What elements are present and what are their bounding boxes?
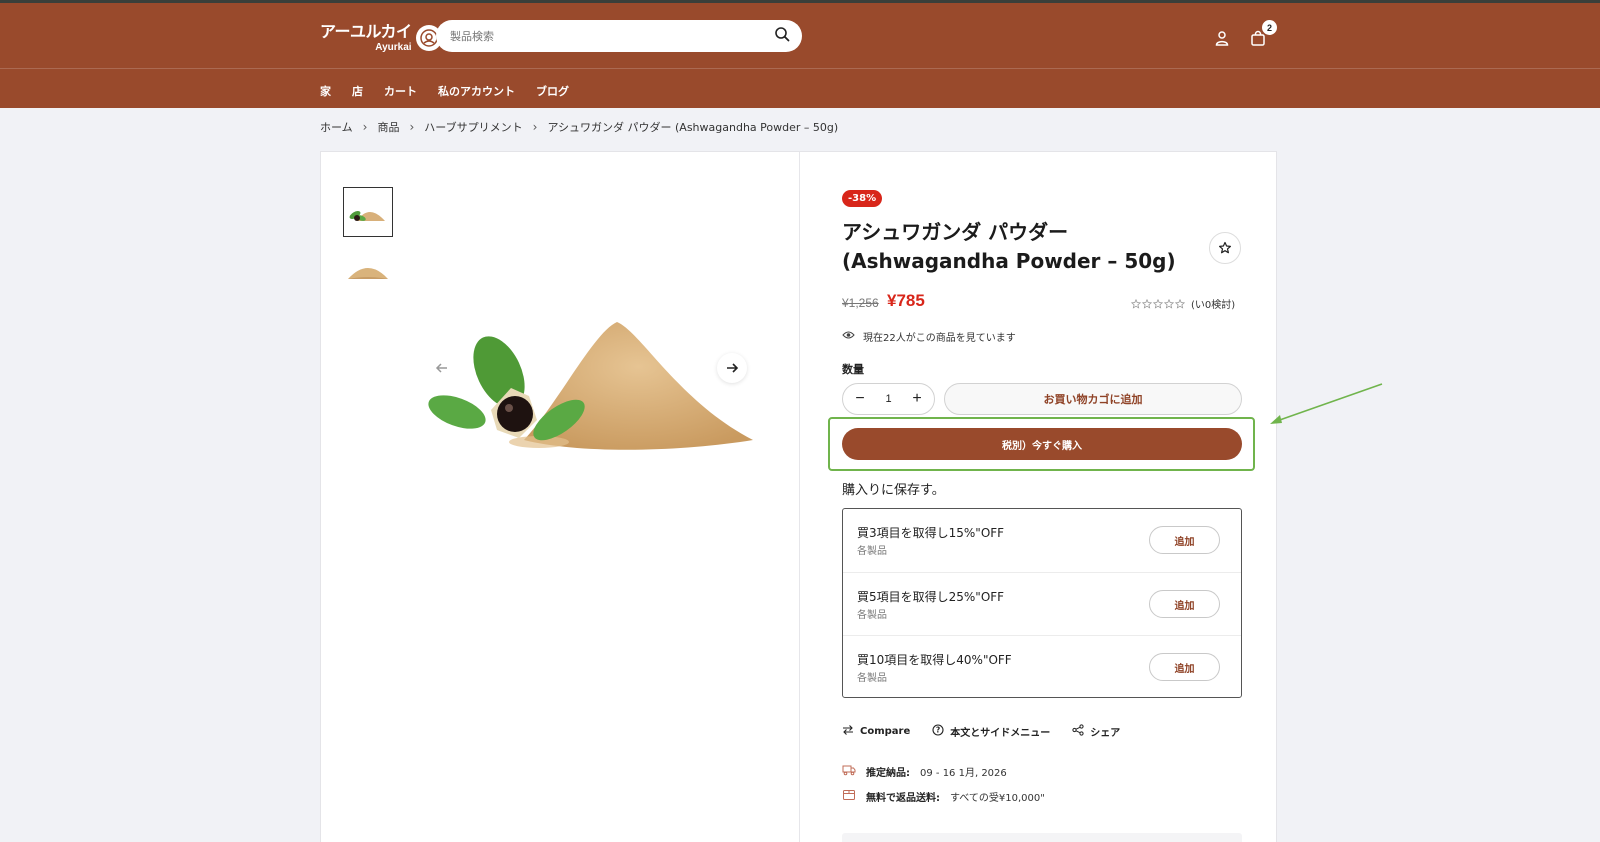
rating[interactable]: (い0検討) [1131, 296, 1235, 311]
account-icon[interactable] [1212, 28, 1232, 48]
search-input[interactable] [450, 29, 774, 43]
package-icon [842, 789, 856, 804]
discount-badge: -38% [842, 190, 883, 207]
share-label: シェア [1090, 728, 1121, 739]
product-title-line2: (Ashwagandha Powder – 50g) [842, 249, 1176, 273]
viewers-text: 現在22人がこの商品を見ています [863, 333, 1016, 344]
breadcrumb-home[interactable]: ホーム [320, 119, 353, 135]
product-main-image [419, 292, 759, 462]
quantity-label: 数量 [842, 363, 864, 376]
bundle-offer-name: 買5項目を取得し25%"OFF [857, 590, 1005, 604]
search-icon[interactable] [774, 26, 790, 47]
review-count: (い0検討) [1191, 300, 1236, 311]
rating-stars-icon [1131, 298, 1185, 309]
bundle-title: 購入りに保存す。 [842, 483, 945, 498]
bottom-info-box [842, 833, 1242, 842]
nav-item-home[interactable]: 家 [320, 83, 331, 99]
search-bar [436, 20, 802, 52]
bundle-offer-name: 買3項目を取得し15%"OFF [857, 526, 1005, 540]
compare-label: Compare [860, 726, 911, 737]
breadcrumb-category[interactable]: ハーブサプリメント [424, 119, 522, 135]
original-price: ¥1,256 [842, 296, 879, 310]
product-card: -38% アシュワガンダ パウダー (Ashwagandha Powder – … [320, 151, 1277, 842]
share-icon [1072, 724, 1084, 739]
bundle-add-button[interactable]: 追加 [1149, 653, 1220, 681]
site-logo[interactable]: アーユルカイ Ayurkai [320, 20, 442, 56]
nav-item-shop[interactable]: 店 [352, 83, 363, 99]
delivery-label: 推定納品: [866, 768, 910, 779]
sale-price: ¥785 [887, 291, 925, 310]
site-header: アーユルカイ Ayurkai 2 [0, 0, 1600, 108]
breadcrumb-separator-icon: › [409, 120, 415, 134]
breadcrumb: ホーム › 商品 › ハーブサプリメント › アシュワガンダ パウダー (Ash… [320, 119, 838, 135]
quantity-decrease-button[interactable]: − [853, 390, 867, 408]
logo-text: アーユルカイ Ayurkai [320, 21, 412, 53]
thumbnail-1[interactable] [343, 187, 393, 237]
breadcrumb-products[interactable]: 商品 [377, 119, 399, 135]
returns-label: 無料で返品送料: [866, 793, 940, 804]
compare-arrows-icon [842, 724, 854, 739]
header-row: アーユルカイ Ayurkai 2 [0, 6, 1600, 68]
bundle-offer-sub: 各製品 [857, 673, 887, 684]
bundle-offer-row: 買10項目を取得し40%"OFF 各製品 追加 [843, 635, 1241, 698]
nav-item-blog[interactable]: ブログ [536, 83, 569, 99]
breadcrumb-current: アシュワガンダ パウダー (Ashwagandha Powder – 50g) [547, 121, 839, 134]
logo-en: Ayurkai [375, 41, 412, 53]
free-returns: 無料で返品送料: すべての受¥10,000" [842, 789, 1045, 804]
bundle-offer-row: 買5項目を取得し25%"OFF 各製品 追加 [843, 572, 1241, 635]
product-actions: Compare ? 本文とサイドメニュー シェア [842, 724, 1120, 739]
nav-item-account[interactable]: 私のアカウント [438, 83, 515, 99]
wishlist-star-icon[interactable] [1209, 232, 1241, 264]
bundle-add-button[interactable]: 追加 [1149, 590, 1220, 618]
bundle-offer-sub: 各製品 [857, 610, 887, 621]
quantity-stepper: − 1 + [842, 383, 935, 415]
delivery-value: 09 - 16 1月, 2026 [920, 768, 1007, 779]
gallery-next-arrow-icon[interactable] [717, 353, 747, 383]
eye-icon [842, 330, 855, 343]
question-label: 本文とサイドメニュー [950, 728, 1051, 739]
returns-value: すべての受¥10,000" [950, 793, 1045, 804]
bundle-offer-row: 買3項目を取得し15%"OFF 各製品 追加 [843, 509, 1241, 572]
bundle-add-button[interactable]: 追加 [1149, 526, 1220, 554]
question-circle-icon: ? [932, 724, 944, 739]
buy-now-button[interactable]: 税別）今すぐ購入 [842, 428, 1242, 460]
annotation-arrow-icon [1270, 383, 1383, 424]
main-nav-row: 家 店 カート 私のアカウント ブログ [0, 68, 1600, 111]
quantity-value[interactable]: 1 [885, 393, 891, 405]
main-nav: 家 店 カート 私のアカウント ブログ [320, 69, 569, 112]
svg-text:?: ? [936, 726, 940, 735]
compare-button[interactable]: Compare [842, 724, 910, 739]
delivery-estimate: 推定納品: 09 - 16 1月, 2026 [842, 764, 1007, 779]
share-button[interactable]: シェア [1072, 724, 1120, 739]
bundle-offer-name: 買10項目を取得し40%"OFF [857, 653, 1012, 667]
logo-jp: アーユルカイ [320, 21, 412, 41]
product-title: アシュワガンダ パウダー (Ashwagandha Powder – 50g) [842, 218, 1192, 276]
quantity-increase-button[interactable]: + [910, 390, 924, 408]
gallery-prev-arrow-icon[interactable] [427, 353, 457, 383]
cart-count-badge: 2 [1262, 20, 1277, 35]
bundle-offer-sub: 各製品 [857, 546, 887, 557]
bundle-offers: 買3項目を取得し15%"OFF 各製品 追加 買5項目を取得し25%"OFF 各… [842, 508, 1242, 698]
breadcrumb-separator-icon: › [362, 120, 368, 134]
live-viewers: 現在22人がこの商品を見ています [842, 329, 1016, 344]
nav-item-cart[interactable]: カート [384, 83, 417, 99]
thumbnail-2[interactable] [343, 245, 393, 295]
breadcrumb-separator-icon: › [532, 120, 538, 134]
product-title-line1: アシュワガンダ パウダー [842, 220, 1069, 244]
question-button[interactable]: ? 本文とサイドメニュー [932, 724, 1050, 739]
cart-icon[interactable]: 2 [1248, 20, 1277, 48]
column-divider [799, 152, 800, 842]
delivery-truck-icon [842, 764, 856, 779]
add-to-cart-button[interactable]: お買い物カゴに追加 [944, 383, 1242, 415]
